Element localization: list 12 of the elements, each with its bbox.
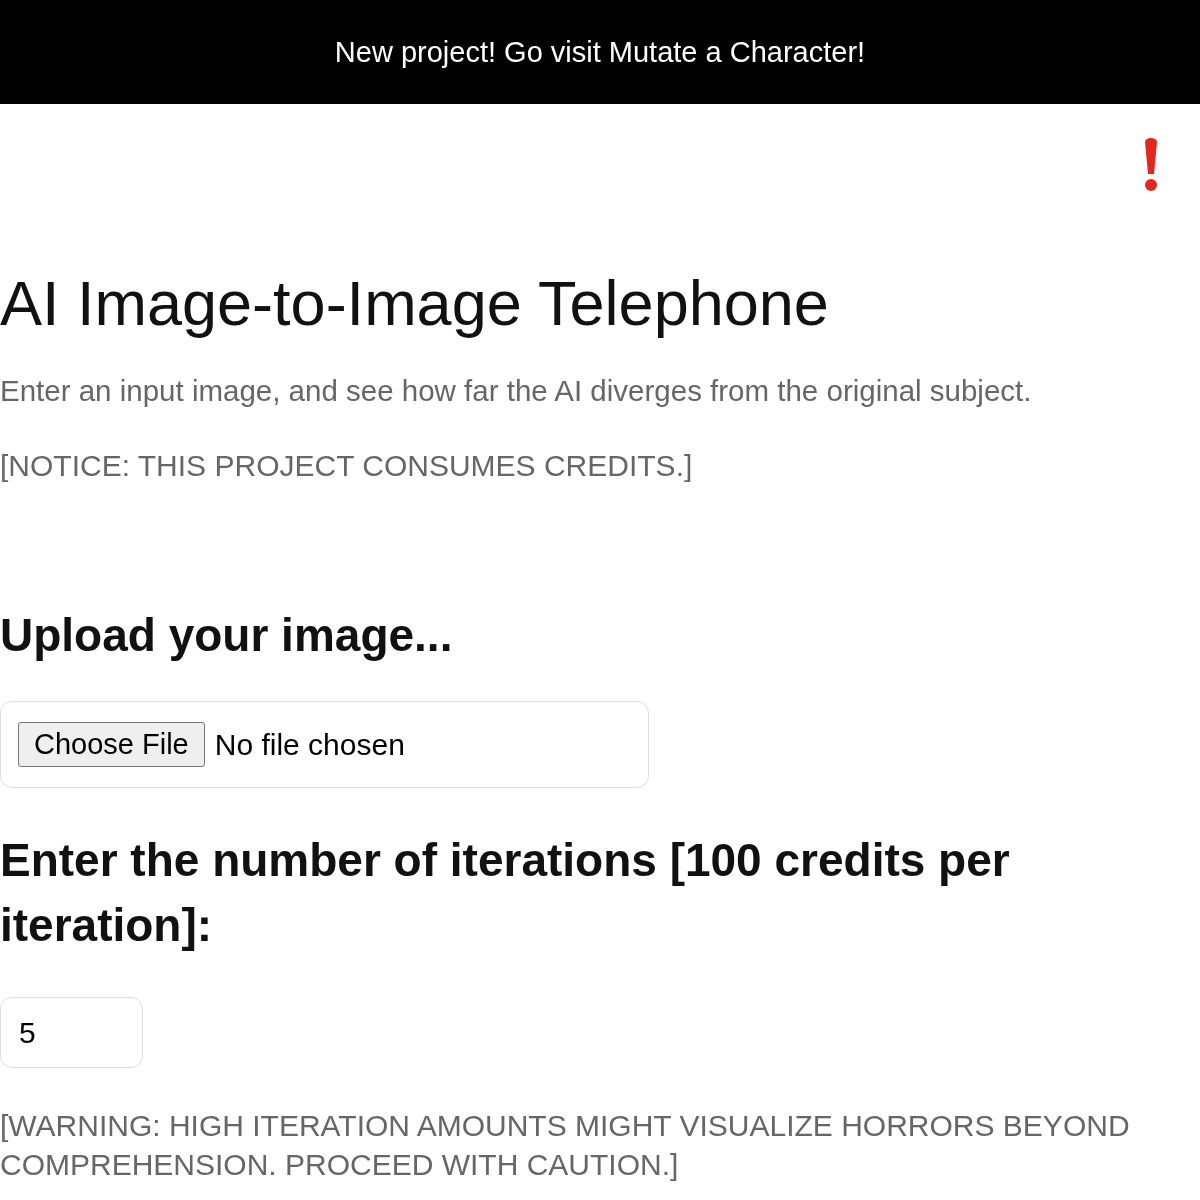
upload-heading: Upload your image... [0,607,454,663]
notice-text: [NOTICE: THIS PROJECT CONSUMES CREDITS.] [0,447,694,484]
choose-file-button[interactable]: Choose File [18,722,205,768]
file-status: No file chosen [214,727,405,762]
description-text: Enter an input image, and see how far the AI diverges from the original subject. [0,372,1033,409]
iterations-field[interactable]: 5 [0,997,143,1069]
exclamation-icon [1144,138,1158,192]
banner-link[interactable]: New project! Go visit Mutate a Character! [334,35,866,69]
file-input[interactable]: Choose File No file chosen [0,701,649,789]
iterations-heading: Enter the number of iterations [100 credits per iteration]: [0,833,1011,953]
page-title: AI Image-to-Image Telephone [0,267,830,340]
warning-text: [WARNING: HIGH ITERATION AMOUNTS MIGHT VISUALIZE HORRORS BEYOND COMPREHENSION. PROCEED WITH CAUTION.] [0,1108,1131,1184]
